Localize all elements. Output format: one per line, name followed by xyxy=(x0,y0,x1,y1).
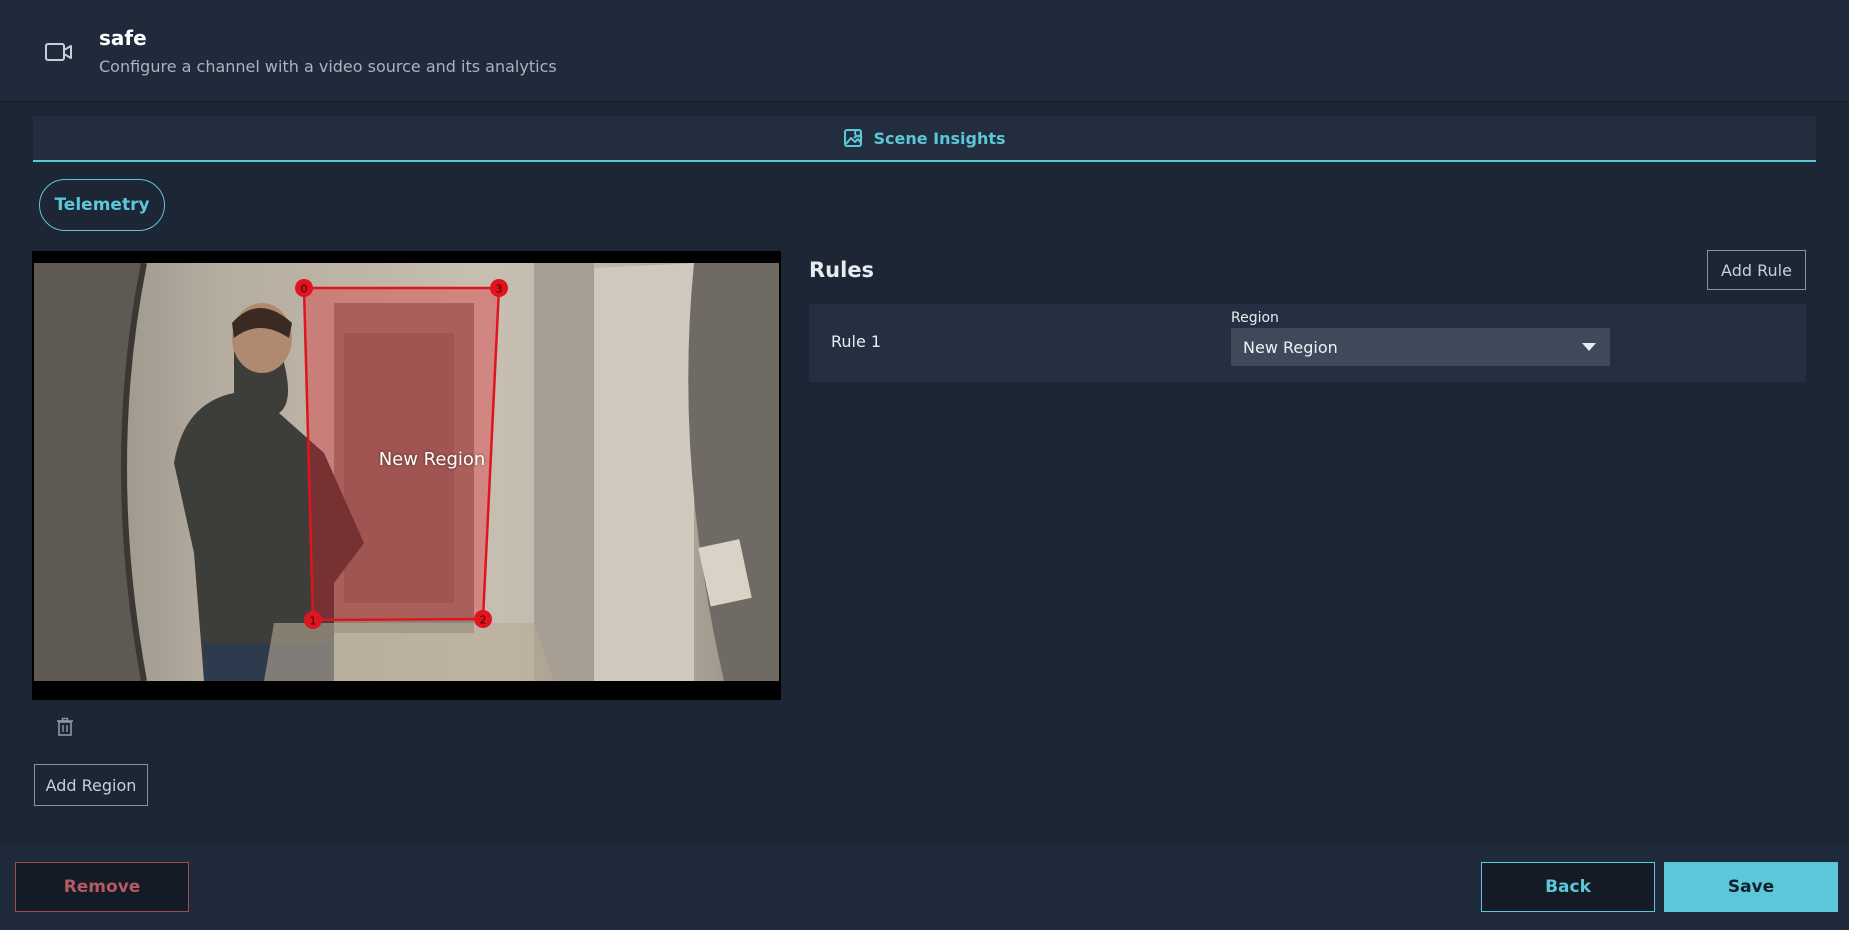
trash-icon[interactable] xyxy=(54,716,76,738)
rules-heading: Rules xyxy=(809,258,875,282)
region-select[interactable]: New Region xyxy=(1231,328,1610,366)
add-rule-button[interactable]: Add Rule xyxy=(1707,250,1806,290)
tab-scene-insights-label: Scene Insights xyxy=(873,128,1006,148)
vertex-1[interactable]: 1 xyxy=(304,611,322,629)
region-overlay[interactable]: 0 1 2 3 xyxy=(32,251,781,700)
tab-scene-insights[interactable]: Scene Insights xyxy=(33,116,1816,160)
page-footer: Remove Back Save xyxy=(0,844,1849,930)
video-camera-icon xyxy=(45,43,72,61)
vertex-3[interactable]: 3 xyxy=(490,279,508,297)
save-button[interactable]: Save xyxy=(1664,862,1838,912)
vertex-1-label: 1 xyxy=(310,615,317,628)
tab-bar: Scene Insights xyxy=(33,116,1816,162)
vertex-2[interactable]: 2 xyxy=(474,610,492,628)
page-header: safe Configure a channel with a video so… xyxy=(0,0,1849,102)
main-content: Scene Insights Telemetry 0 1 2 3 New Reg… xyxy=(0,102,1849,844)
channel-title: safe xyxy=(99,26,147,50)
channel-subtitle: Configure a channel with a video source … xyxy=(99,57,557,76)
video-preview[interactable]: 0 1 2 3 New Region xyxy=(32,251,781,700)
caret-down-icon xyxy=(1582,343,1596,351)
vertex-0[interactable]: 0 xyxy=(295,279,313,297)
telemetry-pill[interactable]: Telemetry xyxy=(39,179,165,231)
remove-button[interactable]: Remove xyxy=(15,862,189,912)
rule-name: Rule 1 xyxy=(831,332,882,351)
image-person-icon xyxy=(844,129,864,147)
region-select-value: New Region xyxy=(1243,337,1338,357)
vertex-0-label: 0 xyxy=(301,283,308,296)
region-field-label: Region xyxy=(1231,310,1279,326)
vertex-3-label: 3 xyxy=(496,283,503,296)
rule-row: Rule 1 Region New Region xyxy=(809,304,1806,382)
back-button[interactable]: Back xyxy=(1481,862,1655,912)
vertex-2-label: 2 xyxy=(480,614,487,627)
add-region-button[interactable]: Add Region xyxy=(34,764,148,806)
region-name-label: New Region xyxy=(378,449,486,470)
